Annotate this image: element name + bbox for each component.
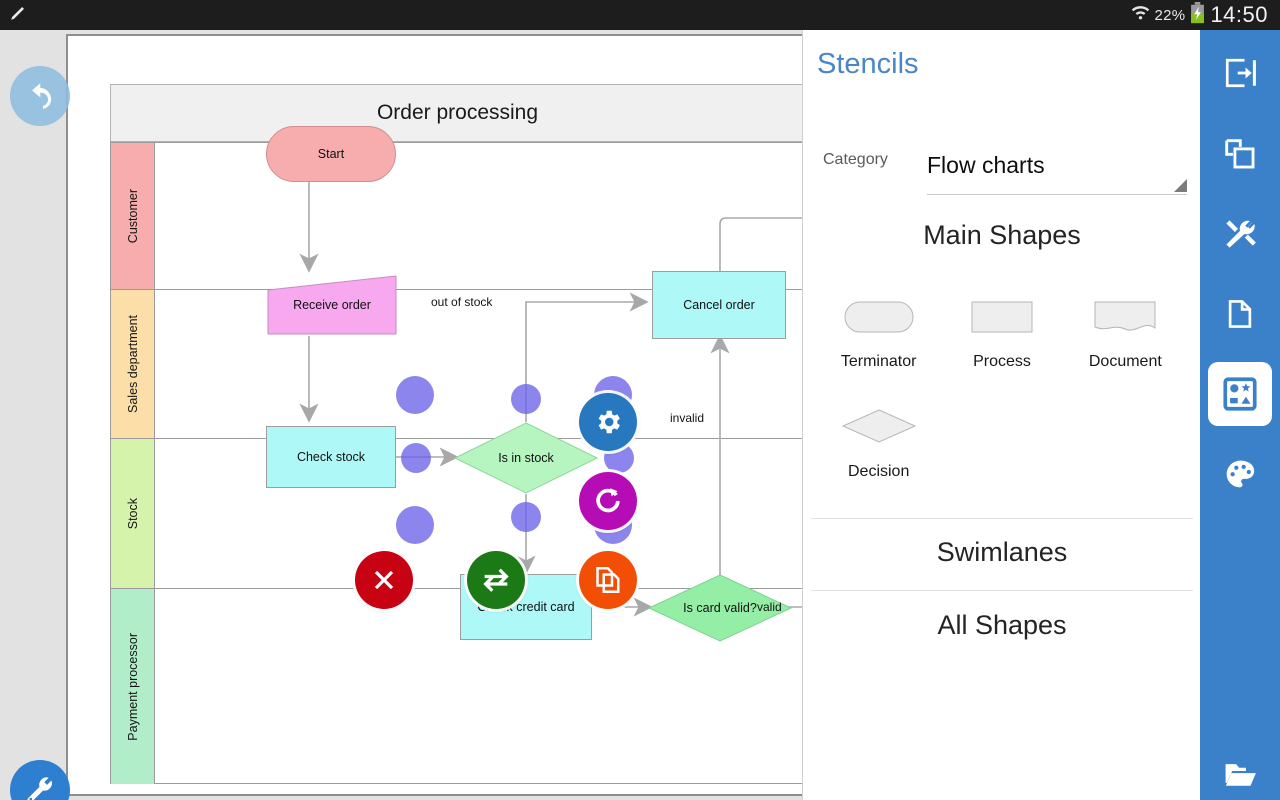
status-bar-right: 22% 14:50 [1131, 1, 1280, 29]
swap-icon [483, 568, 509, 592]
rotate-icon [596, 488, 620, 513]
diagram: Order processing Customer Sales departme… [68, 36, 802, 794]
stencil-label: Terminator [840, 353, 917, 370]
stencil-label: Document [1088, 353, 1162, 370]
node-is-in-stock[interactable]: Is in stock [454, 422, 598, 494]
undo-icon [32, 83, 52, 109]
stencil-slot-empty [940, 395, 1063, 481]
process-shape-icon [971, 285, 1033, 347]
context-rotate-button[interactable] [579, 472, 637, 530]
copy-layers-icon [1225, 139, 1255, 169]
resize-handle-n[interactable] [511, 384, 541, 414]
clock: 14:50 [1210, 2, 1268, 27]
resize-handle-s[interactable] [511, 502, 541, 532]
panel-title: Stencils [817, 48, 919, 80]
terminator-shape-icon [844, 285, 914, 347]
resize-handle-w[interactable] [401, 443, 431, 473]
category-select[interactable]: Flow charts [927, 137, 1187, 195]
context-duplicate-button[interactable] [579, 551, 637, 609]
document-shape-icon [1094, 285, 1156, 347]
copy-icon [596, 567, 620, 593]
context-settings-button[interactable] [579, 393, 637, 451]
toolbar-style-button[interactable] [1208, 442, 1272, 506]
close-icon [374, 570, 394, 590]
panel-divider [811, 590, 1193, 591]
stencil-item-process[interactable]: Process [940, 285, 1063, 371]
stencil-item-document[interactable]: Document [1064, 285, 1187, 371]
wrench-icon [27, 777, 52, 800]
edge-label-text: valid [757, 600, 782, 614]
category-row: Category Flow charts [817, 135, 1187, 197]
section-title: Swimlanes [936, 536, 1068, 567]
gear-icon [598, 410, 620, 434]
node-check-stock[interactable]: Check stock [266, 426, 396, 488]
tools-fab-button[interactable] [10, 760, 70, 800]
shapes-icon [1223, 377, 1257, 411]
toolbar-open-button[interactable] [1208, 742, 1272, 800]
node-start[interactable]: Start [266, 126, 396, 182]
folder-open-icon [1225, 764, 1256, 786]
node-receive-order[interactable]: Receive order [266, 274, 398, 336]
section-header-swimlanes[interactable]: Swimlanes [811, 525, 1193, 579]
stencil-item-terminator[interactable]: Terminator [817, 285, 940, 371]
wifi-icon [1131, 3, 1150, 27]
section-title: All Shapes [937, 609, 1067, 640]
node-label: Check stock [296, 449, 366, 464]
decision-shape-icon [841, 395, 917, 457]
undo-button[interactable] [10, 66, 70, 126]
status-bar-left [0, 4, 27, 27]
panel-divider [811, 518, 1193, 519]
toolbar-tools-button[interactable] [1208, 202, 1272, 266]
status-bar: 22% 14:50 [0, 0, 1280, 30]
stencil-row: Decision [817, 395, 1187, 481]
category-label: Category [823, 151, 888, 168]
node-label: Receive order [293, 297, 371, 312]
category-selected-value: Flow charts [927, 152, 1045, 178]
app-root: 22% 14:50 Order processing Customer Sale… [0, 0, 1280, 800]
toolbar-shapes-button[interactable] [1208, 362, 1272, 426]
edge-label-text: invalid [670, 411, 705, 425]
node-label: Cancel order [683, 297, 755, 312]
context-swap-button[interactable] [467, 551, 525, 609]
palette-icon [1226, 460, 1255, 488]
stencils-panel: Stencils Category Flow charts Main Shape… [802, 30, 1200, 800]
resize-handle-sw[interactable] [396, 506, 434, 544]
toolbar-document-button[interactable] [1208, 282, 1272, 346]
right-toolbar [1200, 30, 1280, 800]
tools-icon [1226, 220, 1256, 248]
battery-percent: 22% [1154, 6, 1186, 24]
edge-label-valid: valid [757, 600, 782, 614]
document-icon [1228, 300, 1252, 328]
edge-label-out-of-stock: out of stock [431, 295, 492, 309]
pencil-icon [9, 4, 27, 27]
section-header-main-shapes[interactable]: Main Shapes [811, 208, 1193, 262]
node-label: Is in stock [498, 450, 554, 465]
battery-charging-icon [1190, 1, 1205, 29]
chevron-down-icon [1174, 179, 1187, 192]
section-header-all-shapes[interactable]: All Shapes [811, 598, 1193, 652]
stencil-label: Process [973, 353, 1031, 370]
edge-label-invalid: invalid [670, 411, 704, 425]
diagram-paper[interactable]: Order processing Customer Sales departme… [66, 34, 802, 796]
stencil-slot-empty [1064, 395, 1187, 481]
section-title: Main Shapes [923, 219, 1081, 250]
arrow-into-bar-icon [1225, 58, 1256, 88]
stencil-row: Terminator Process Document [817, 285, 1187, 371]
toolbar-duplicate-button[interactable] [1208, 122, 1272, 186]
node-cancel-order[interactable]: Cancel order [652, 271, 786, 339]
resize-handle-nw[interactable] [396, 376, 434, 414]
node-label: Is card valid? [683, 600, 757, 615]
edge-label-text: out of stock [431, 295, 493, 309]
node-label: Start [317, 146, 345, 161]
canvas-workspace[interactable]: Order processing Customer Sales departme… [0, 30, 802, 800]
stencil-label: Decision [847, 463, 910, 480]
context-delete-button[interactable] [355, 551, 413, 609]
toolbar-collapse-panel-button[interactable] [1208, 41, 1272, 105]
stencil-grid: Terminator Process Document Decision [817, 285, 1187, 481]
stencil-item-decision[interactable]: Decision [817, 395, 940, 481]
